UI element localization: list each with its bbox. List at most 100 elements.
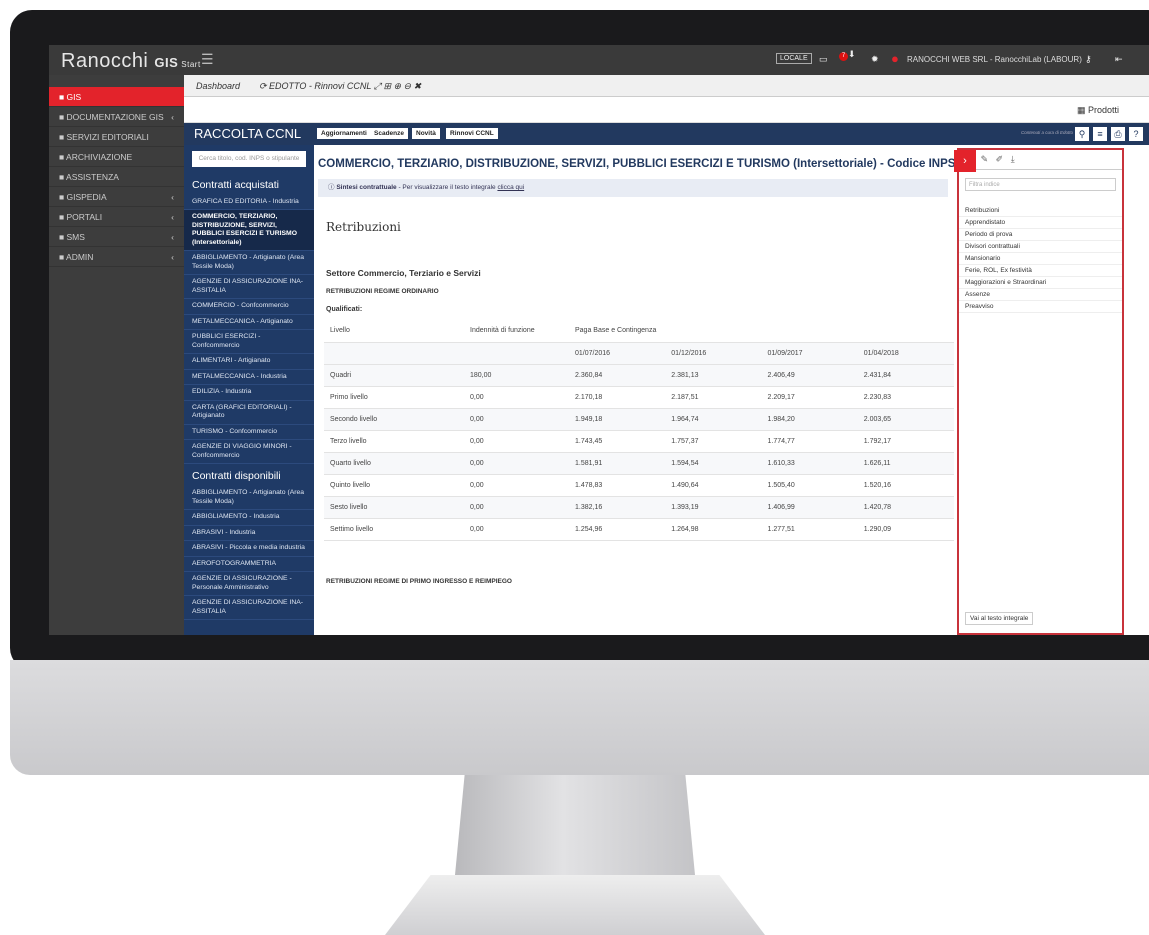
- list-icon[interactable]: ≡: [1093, 127, 1107, 141]
- contract-item[interactable]: ALIMENTARI - Artigianato: [184, 354, 314, 370]
- nav-item-archiviazione[interactable]: ■ ARCHIVIAZIONE: [49, 147, 184, 167]
- table-cell: 1.393,19: [665, 496, 762, 519]
- contract-title: COMMERCIO, TERZIARIO, DISTRIBUZIONE, SER…: [318, 158, 954, 170]
- index-item[interactable]: Apprendistato: [959, 217, 1122, 229]
- refresh-icon[interactable]: ⟳: [259, 81, 269, 91]
- contract-search-input[interactable]: Cerca titolo, cod. INPS o stipulante: [192, 151, 306, 167]
- gear-icon[interactable]: ✹: [871, 54, 879, 65]
- contract-item[interactable]: AGENZIE DI ASSICURAZIONE INA-ASSITALIA: [184, 275, 314, 300]
- table-cell: 1.581,91: [569, 452, 666, 475]
- contract-item[interactable]: ABBIGLIAMENTO - Artigianato (Area Tessil…: [184, 486, 314, 511]
- table-row: Quarto livello 0,00 1.581,91 1.594,54 1.610,…: [324, 452, 954, 475]
- contract-item[interactable]: AGENZIE DI ASSICURAZIONE INA-ASSITALIA: [184, 596, 314, 621]
- index-item[interactable]: Divisori contrattuali: [959, 241, 1122, 253]
- novita-button[interactable]: Novità: [412, 128, 440, 139]
- app-logo[interactable]: Ranocchi GIS Start: [61, 50, 201, 73]
- contract-item[interactable]: ABBIGLIAMENTO - Industria: [184, 510, 314, 526]
- edit-icon[interactable]: ✐: [996, 154, 1004, 164]
- tab-dashboard[interactable]: Dashboard: [196, 81, 240, 91]
- monitor-chin: [10, 660, 1149, 775]
- tab-edotto[interactable]: ⟳ EDOTTO - Rinnovi CCNL ⤢ ⊞ ⊕ ⊖ ✖: [259, 81, 421, 92]
- index-item[interactable]: Mansionario: [959, 253, 1122, 265]
- contract-item[interactable]: METALMECCANICA - Artigianato: [184, 315, 314, 331]
- sintesi-text: - Per visualizzare il testo integrale: [396, 184, 498, 191]
- contract-item[interactable]: PUBBLICI ESERCIZI - Confcommercio: [184, 330, 314, 355]
- nav-item-gispedia[interactable]: ■ GISPEDIA ‹: [49, 187, 184, 207]
- contract-item[interactable]: AEROFOTOGRAMMETRIA: [184, 557, 314, 573]
- nav-item-documentazione-gis[interactable]: ■ DOCUMENTAZIONE GIS ‹: [49, 107, 184, 127]
- blank-cell: [464, 342, 569, 365]
- prodotti-button[interactable]: ▦ Prodotti: [1077, 105, 1119, 116]
- regime-primo-ingresso-heading: RETRIBUZIONI REGIME DI PRIMO INGRESSO E …: [326, 578, 512, 585]
- nav-item-label: DOCUMENTAZIONE GIS: [66, 112, 164, 122]
- table-cell: 1.406,99: [761, 496, 858, 519]
- contract-item[interactable]: METALMECCANICA - Industria: [184, 370, 314, 386]
- contract-item[interactable]: AGENZIE DI ASSICURAZIONE - Personale Amm…: [184, 572, 314, 597]
- nav-item-label: GIS: [66, 92, 82, 102]
- contract-item[interactable]: CARTA (GRAFICI EDITORIALI) - Artigianato: [184, 401, 314, 425]
- index-item[interactable]: Retribuzioni: [959, 205, 1122, 217]
- contract-item[interactable]: GRAFICA ED EDITORIA - Industria: [184, 195, 314, 211]
- main-nav: ■ GIS ■ DOCUMENTAZIONE GIS ‹ ■ SERVIZI EDIT…: [49, 75, 184, 635]
- nav-item-servizi-editoriali[interactable]: ■ SERVIZI EDITORIALI: [49, 127, 184, 147]
- blank-cell: [324, 342, 464, 365]
- contract-item[interactable]: EDILIZIA - Industria: [184, 385, 314, 401]
- table-cell: 1.420,78: [857, 496, 954, 519]
- download-icon[interactable]: ⤓: [1011, 154, 1015, 164]
- nav-item-assistenza[interactable]: ■ ASSISTENZA: [49, 167, 184, 187]
- nav-item-sms[interactable]: ■ SMS ‹: [49, 227, 184, 247]
- menu-icon[interactable]: ☰: [201, 51, 214, 68]
- locale-badge[interactable]: LOCALE: [776, 53, 812, 64]
- search-icon[interactable]: ⚲: [1075, 127, 1089, 141]
- sintesi-link[interactable]: clicca qui: [497, 184, 524, 191]
- contracts-sidebar: Cerca titolo, cod. INPS o stipulante Con…: [184, 145, 314, 635]
- vai-testo-button[interactable]: Vai al testo integrale: [965, 612, 1034, 625]
- index-item[interactable]: Preavviso: [959, 301, 1122, 313]
- tab-tools-icons[interactable]: ⤢ ⊞ ⊕ ⊖ ✖: [371, 81, 421, 91]
- monitor-stand: [455, 775, 695, 875]
- date-row: 01/07/2016 01/12/2016 01/09/2017 01/04/2018: [324, 342, 954, 365]
- index-filter-input[interactable]: Filtra indice: [965, 178, 1116, 191]
- table-row: Quadri 180,00 2.360,84 2.381,13 2.406,49 2.43…: [324, 364, 954, 387]
- key-icon[interactable]: ⚷: [1085, 54, 1092, 65]
- contract-content: COMMERCIO, TERZIARIO, DISTRIBUZIONE, SER…: [314, 145, 954, 635]
- retribuzioni-table: Livello Indennità di funzione Paga Base …: [324, 320, 954, 541]
- nav-item-portali[interactable]: ■ PORTALI ‹: [49, 207, 184, 227]
- contract-item[interactable]: COMMERCIO, TERZIARIO, DISTRIBUZIONE, SER…: [184, 210, 314, 252]
- col-paga: Paga Base e Contingenza: [569, 320, 954, 343]
- contract-item[interactable]: ABBIGLIAMENTO - Artigianato (Area Tessil…: [184, 251, 314, 276]
- nav-item-gis[interactable]: ■ GIS: [49, 87, 184, 107]
- contract-item[interactable]: ABRASIVI - Piccola e media industria: [184, 541, 314, 557]
- table-cell: 0,00: [464, 496, 569, 519]
- table-cell: 0,00: [464, 518, 569, 541]
- company-name[interactable]: RANOCCHI WEB SRL - RanocchiLab (LABOUR): [907, 55, 1082, 64]
- chevron-left-icon: ‹: [171, 232, 174, 242]
- contract-item[interactable]: TURISMO - Confcommercio: [184, 425, 314, 441]
- notifications-icon[interactable]: 7 ⬇: [839, 49, 856, 61]
- table-cell: 2.431,84: [857, 364, 954, 387]
- chevron-right-icon[interactable]: ›: [954, 150, 976, 172]
- index-item[interactable]: Assenze: [959, 289, 1122, 301]
- index-item[interactable]: Maggiorazioni e Straordinari: [959, 277, 1122, 289]
- print-icon[interactable]: ⎙: [1111, 127, 1125, 141]
- nav-item-icon: ■: [59, 192, 67, 202]
- table-cell: 180,00: [464, 364, 569, 387]
- index-item[interactable]: Ferie, ROL, Ex festività: [959, 265, 1122, 277]
- index-item[interactable]: Periodo di prova: [959, 229, 1122, 241]
- contract-item[interactable]: AGENZIE DI VIAGGIO MINORI - Confcommerci…: [184, 440, 314, 465]
- index-panel: ☷ ✎ ✐ ⤓ Filtra indice RetribuzioniAppren…: [957, 148, 1124, 635]
- table-cell: 1.964,74: [665, 408, 762, 431]
- table-header-row: Livello Indennità di funzione Paga Base …: [324, 320, 954, 343]
- monitor-icon[interactable]: ▭: [819, 54, 828, 65]
- contract-item[interactable]: ABRASIVI - Industria: [184, 526, 314, 542]
- help-icon[interactable]: ?: [1129, 127, 1143, 141]
- prodotti-label: Prodotti: [1087, 105, 1119, 115]
- scadenze-button[interactable]: Scadenze: [370, 128, 408, 139]
- table-cell: 2.360,84: [569, 364, 666, 387]
- aggiornamenti-button[interactable]: Aggiornamenti: [317, 128, 371, 139]
- comments-icon[interactable]: ✎: [981, 154, 989, 164]
- contract-item[interactable]: COMMERCIO - Confcommercio: [184, 299, 314, 315]
- nav-item-admin[interactable]: ■ ADMIN ‹: [49, 247, 184, 267]
- logout-icon[interactable]: ⇤: [1115, 54, 1123, 65]
- rinnovi-ccnl-button[interactable]: Rinnovi CCNL: [446, 128, 498, 139]
